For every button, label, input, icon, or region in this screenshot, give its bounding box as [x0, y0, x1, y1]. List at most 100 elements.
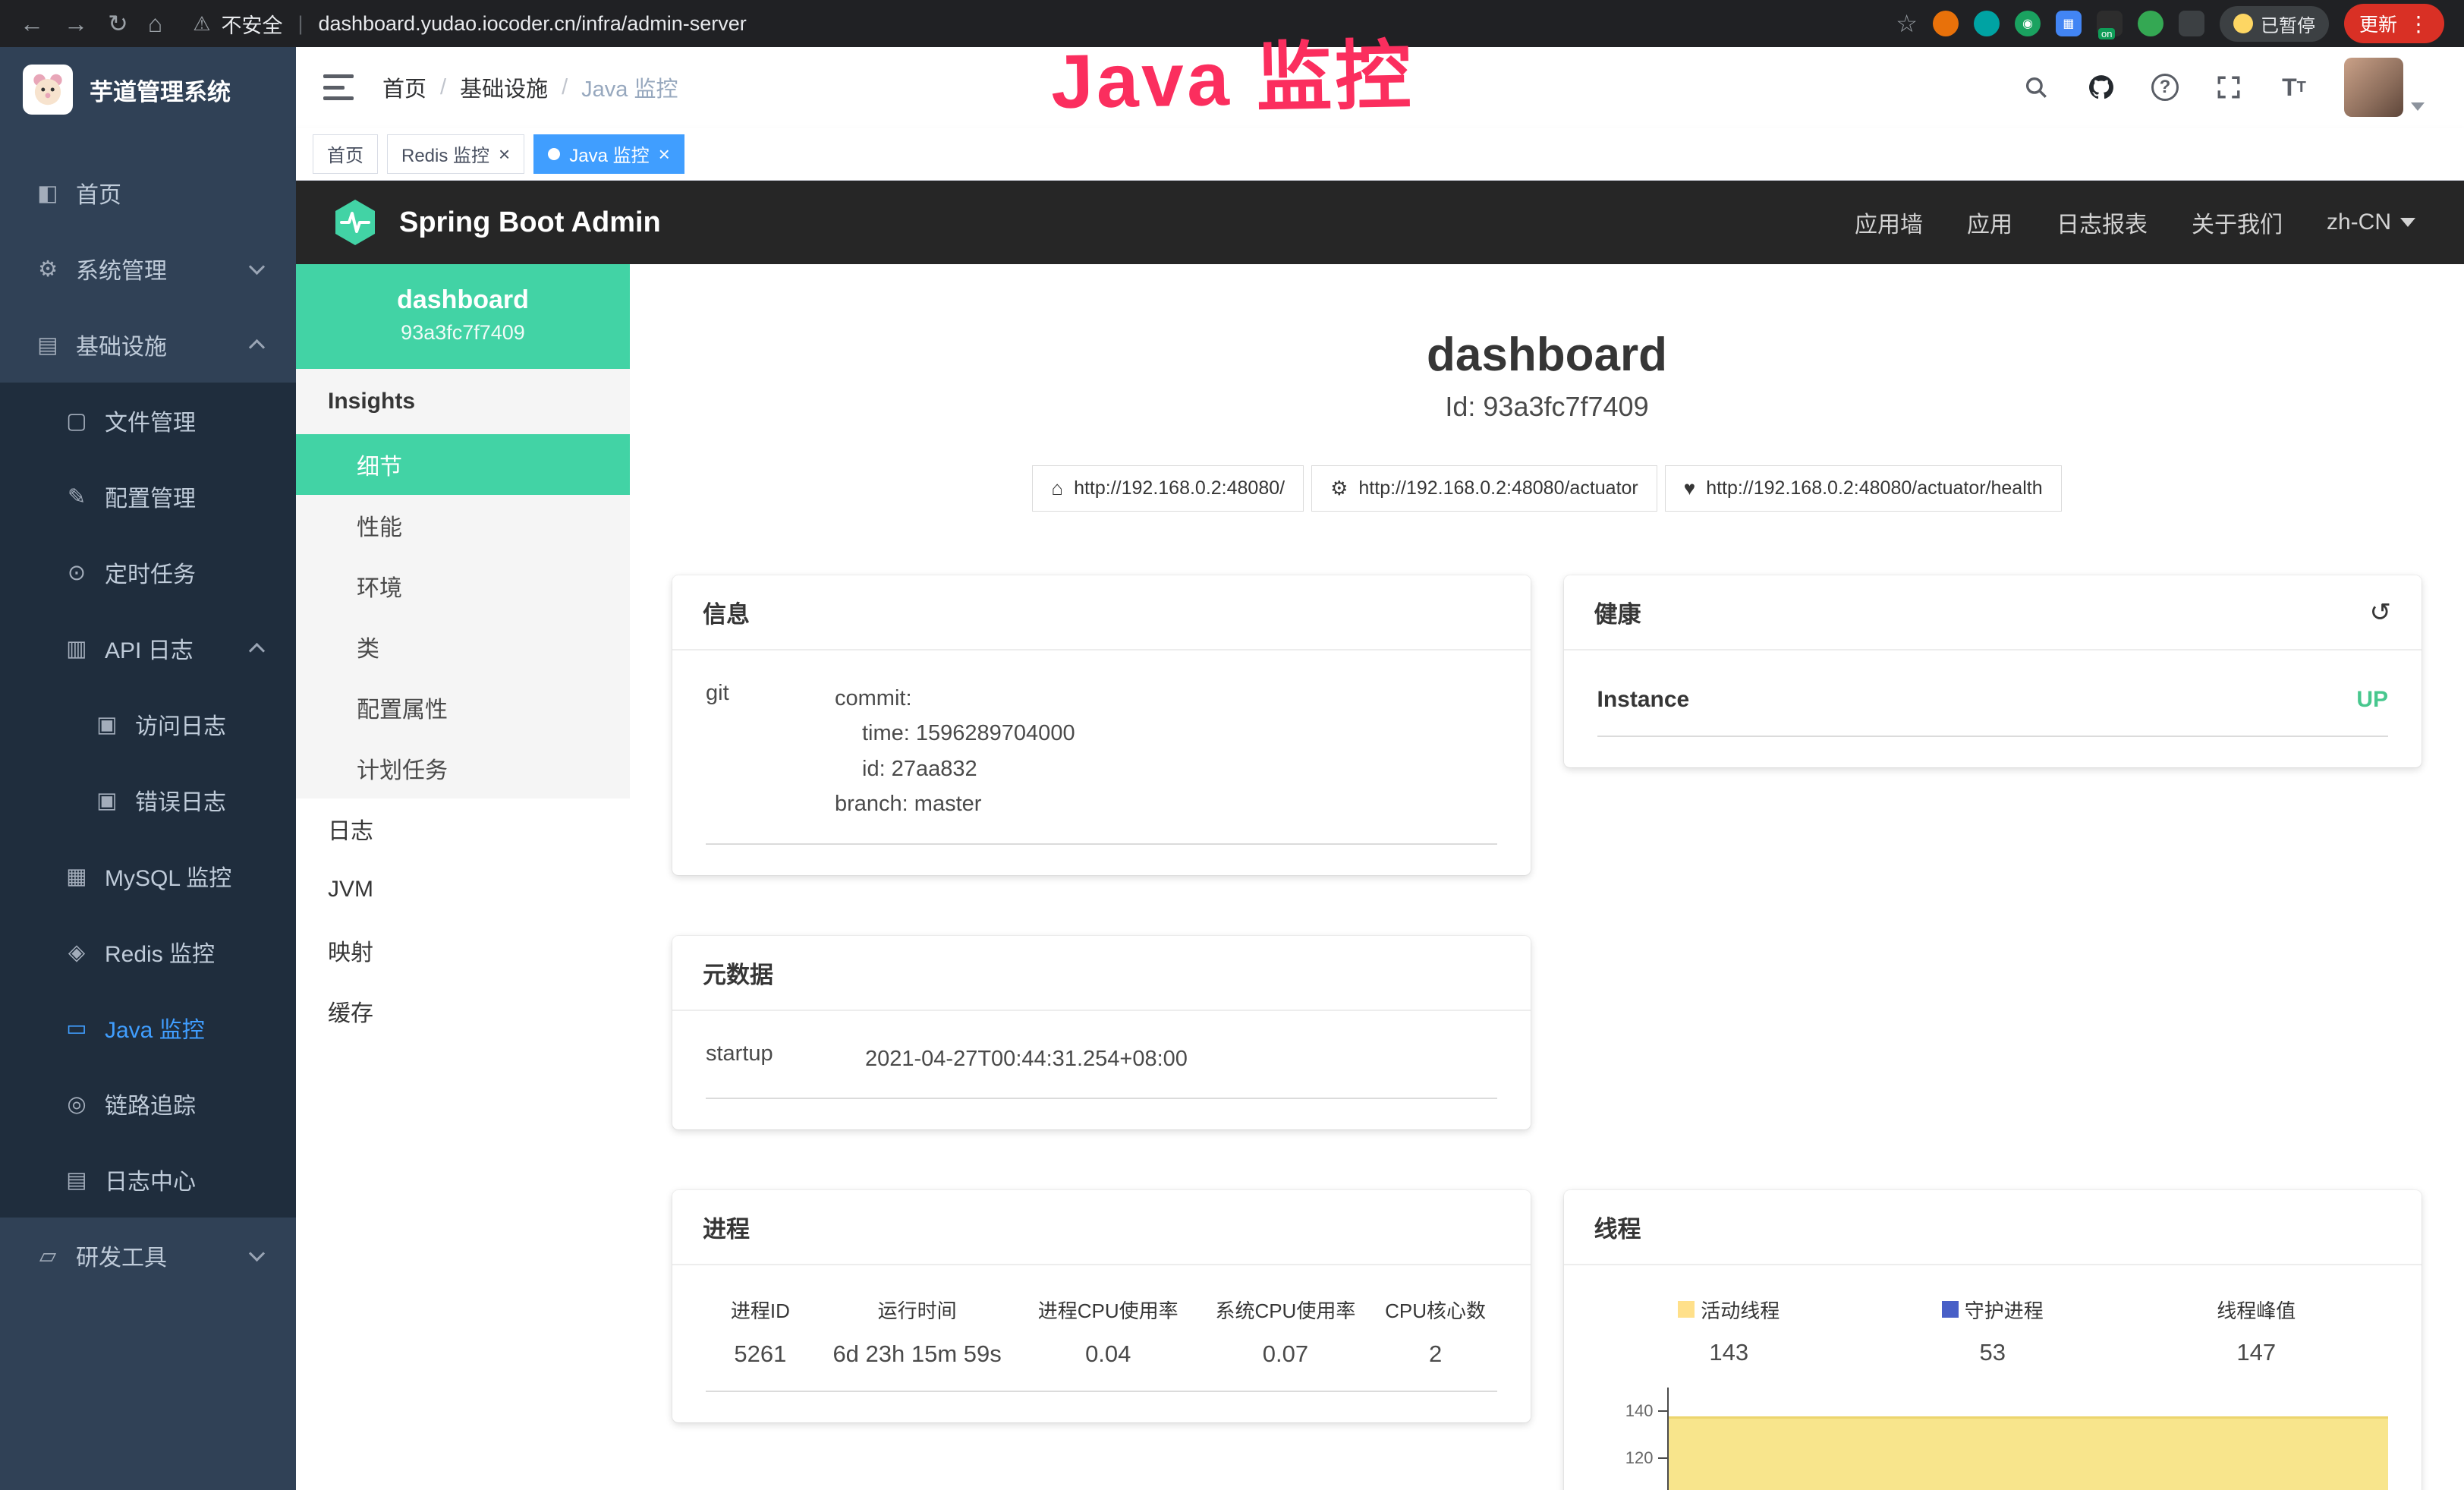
browser-menu-icon[interactable]: ⋮ [2408, 11, 2429, 36]
sidebar-item-home[interactable]: 首页 [0, 155, 296, 231]
menu-label: Redis 监控 [105, 935, 215, 969]
address-bar[interactable]: ⚠ 不安全 | dashboard.yudao.iocoder.cn/infra… [193, 9, 747, 39]
avatar[interactable] [2344, 58, 2403, 117]
search-icon[interactable] [2021, 72, 2051, 102]
chevron-down-icon [249, 258, 265, 274]
forward-icon[interactable]: → [64, 11, 88, 36]
sidebar-item-error-log[interactable]: 错误日志 [0, 762, 296, 838]
sidebar-item-system[interactable]: 系统管理 [0, 231, 296, 307]
paused-badge[interactable]: 已暂停 [2220, 6, 2329, 42]
sidebar-item-log-center[interactable]: 日志中心 [0, 1142, 296, 1218]
tab-redis-monitor[interactable]: Redis 监控 × [387, 134, 524, 174]
font-size-icon[interactable]: TT [2279, 72, 2309, 102]
app-logo [23, 65, 73, 115]
tab-label: Java 监控 [569, 140, 649, 167]
chevron-up-icon [249, 339, 265, 354]
sidebar-item-config[interactable]: 配置管理 [0, 458, 296, 534]
help-icon[interactable]: ? [2151, 74, 2179, 101]
legend-item-live[interactable]: 活动线程 143 [1597, 1296, 1861, 1366]
card-title: 健康 [1594, 595, 1641, 629]
sba-item-caches[interactable]: 缓存 [296, 981, 630, 1041]
link-actuator-url[interactable]: ⚙ http://192.168.0.2:48080/actuator [1311, 465, 1657, 512]
menu-label: 基础设施 [76, 328, 167, 361]
user-menu[interactable] [2344, 58, 2425, 117]
tab-java-monitor[interactable]: Java 监控 × [533, 134, 684, 174]
sba-item-scheduled-tasks[interactable]: 计划任务 [296, 738, 630, 799]
info-key: git [706, 681, 835, 822]
app-logo-row[interactable]: 芋道管理系统 [0, 47, 296, 132]
threads-legend: 活动线程 143 守护进程 [1597, 1296, 2389, 1366]
admin-brand: 芋道管理系统 [90, 73, 231, 107]
caret-down-icon [2400, 218, 2415, 227]
metadata-key: startup [706, 1041, 865, 1076]
extension-icon-6[interactable] [2138, 11, 2163, 36]
sba-item-classes[interactable]: 类 [296, 616, 630, 677]
sidebar-item-trace[interactable]: 链路追踪 [0, 1066, 296, 1142]
sidebar-item-mysql[interactable]: MySQL 监控 [0, 838, 296, 914]
sba-item-performance[interactable]: 性能 [296, 495, 630, 556]
sba-nav-wall[interactable]: 应用墙 [1855, 206, 1923, 239]
status-badge: UP [2356, 687, 2388, 713]
fullscreen-icon[interactable] [2214, 72, 2244, 102]
breadcrumb: 首页 / 基础设施 / Java 监控 [382, 71, 678, 103]
sidebar-item-job[interactable]: 定时任务 [0, 534, 296, 610]
sba-navbar: Spring Boot Admin 应用墙 应用 日志报表 关于我们 zh-CN [296, 181, 2464, 264]
extension-icon-5[interactable]: on [2097, 11, 2123, 36]
sidebar-item-java-monitor[interactable]: Java 监控 [0, 990, 296, 1066]
sba-item-logging[interactable]: 日志 [296, 799, 630, 859]
process-card: 进程 进程ID 运行时间 进程CPU使用率 系统CPU使用率 CPU核心数 [672, 1190, 1531, 1422]
sba-item-details[interactable]: 细节 [296, 434, 630, 495]
breadcrumb-separator: / [562, 75, 568, 100]
legend-item-daemon[interactable]: 守护进程 53 [1861, 1296, 2125, 1366]
sba-nav-journal[interactable]: 日志报表 [2056, 206, 2148, 239]
link-service-url[interactable]: ⌂ http://192.168.0.2:48080/ [1032, 465, 1304, 512]
sba-brand[interactable]: Spring Boot Admin [399, 206, 661, 239]
tab-home[interactable]: 首页 [313, 134, 378, 174]
history-icon[interactable]: ↺ [2370, 597, 2392, 628]
extension-icon-4[interactable]: ▦ [2056, 11, 2082, 36]
sidebar-item-redis[interactable]: Redis 监控 [0, 914, 296, 990]
sba-item-environment[interactable]: 环境 [296, 556, 630, 616]
github-icon[interactable] [2086, 72, 2116, 102]
breadcrumb-home[interactable]: 首页 [382, 71, 426, 103]
close-icon[interactable]: × [499, 144, 510, 164]
sidebar-item-access-log[interactable]: 访问日志 [0, 686, 296, 762]
sba-item-config-props[interactable]: 配置属性 [296, 677, 630, 738]
sba-item-mappings[interactable]: 映射 [296, 920, 630, 981]
back-icon[interactable]: ← [20, 11, 44, 36]
sidebar-item-api-log[interactable]: API 日志 [0, 610, 296, 686]
health-instance-label[interactable]: Instance [1597, 687, 1690, 713]
chart-plot-area [1667, 1388, 2389, 1490]
url-text[interactable]: dashboard.yudao.iocoder.cn/infra/admin-s… [318, 12, 746, 36]
sba-app-header[interactable]: dashboard 93a3fc7f7409 [296, 264, 630, 369]
locale-label: zh-CN [2327, 209, 2391, 235]
sba-item-jvm[interactable]: JVM [296, 859, 630, 920]
home-icon[interactable]: ⌂ [148, 11, 162, 36]
sba-logo-icon[interactable] [331, 198, 379, 247]
extension-icon-3[interactable]: ◉ [2015, 11, 2041, 36]
legend-item-peak: 线程峰值 147 [2125, 1296, 2389, 1366]
sba-nav-applications[interactable]: 应用 [1967, 206, 2012, 239]
extension-icon-1[interactable] [1933, 11, 1959, 36]
sidebar-item-file[interactable]: 文件管理 [0, 383, 296, 458]
chart-y-axis: 140 120 100 [1597, 1388, 1667, 1490]
sba-locale-select[interactable]: zh-CN [2327, 209, 2415, 235]
link-health-url[interactable]: ♥ http://192.168.0.2:48080/actuator/heal… [1665, 465, 2062, 512]
sba-sidebar: dashboard 93a3fc7f7409 Insights 细节 性能 环境… [296, 264, 630, 1490]
hamburger-icon[interactable] [323, 74, 354, 100]
breadcrumb-infra[interactable]: 基础设施 [460, 71, 548, 103]
config-icon [59, 484, 94, 510]
sba-nav-about[interactable]: 关于我们 [2192, 206, 2283, 239]
bookmark-star-icon[interactable]: ☆ [1896, 11, 1918, 36]
close-icon[interactable]: × [659, 144, 670, 164]
security-label[interactable]: 不安全 [221, 9, 282, 39]
sba-app-id: 93a3fc7f7409 [305, 321, 621, 345]
sidebar-item-infra[interactable]: 基础设施 [0, 307, 296, 383]
extension-puzzle-icon[interactable] [2179, 11, 2204, 36]
update-button[interactable]: 更新 ⋮ [2344, 4, 2444, 43]
breadcrumb-separator: / [440, 75, 446, 100]
extension-icon-2[interactable] [1974, 11, 2000, 36]
sidebar-item-tools[interactable]: 研发工具 [0, 1218, 296, 1293]
tags-view-bar: 首页 Redis 监控 × Java 监控 × [296, 128, 2464, 181]
reload-icon[interactable]: ↻ [108, 11, 128, 36]
